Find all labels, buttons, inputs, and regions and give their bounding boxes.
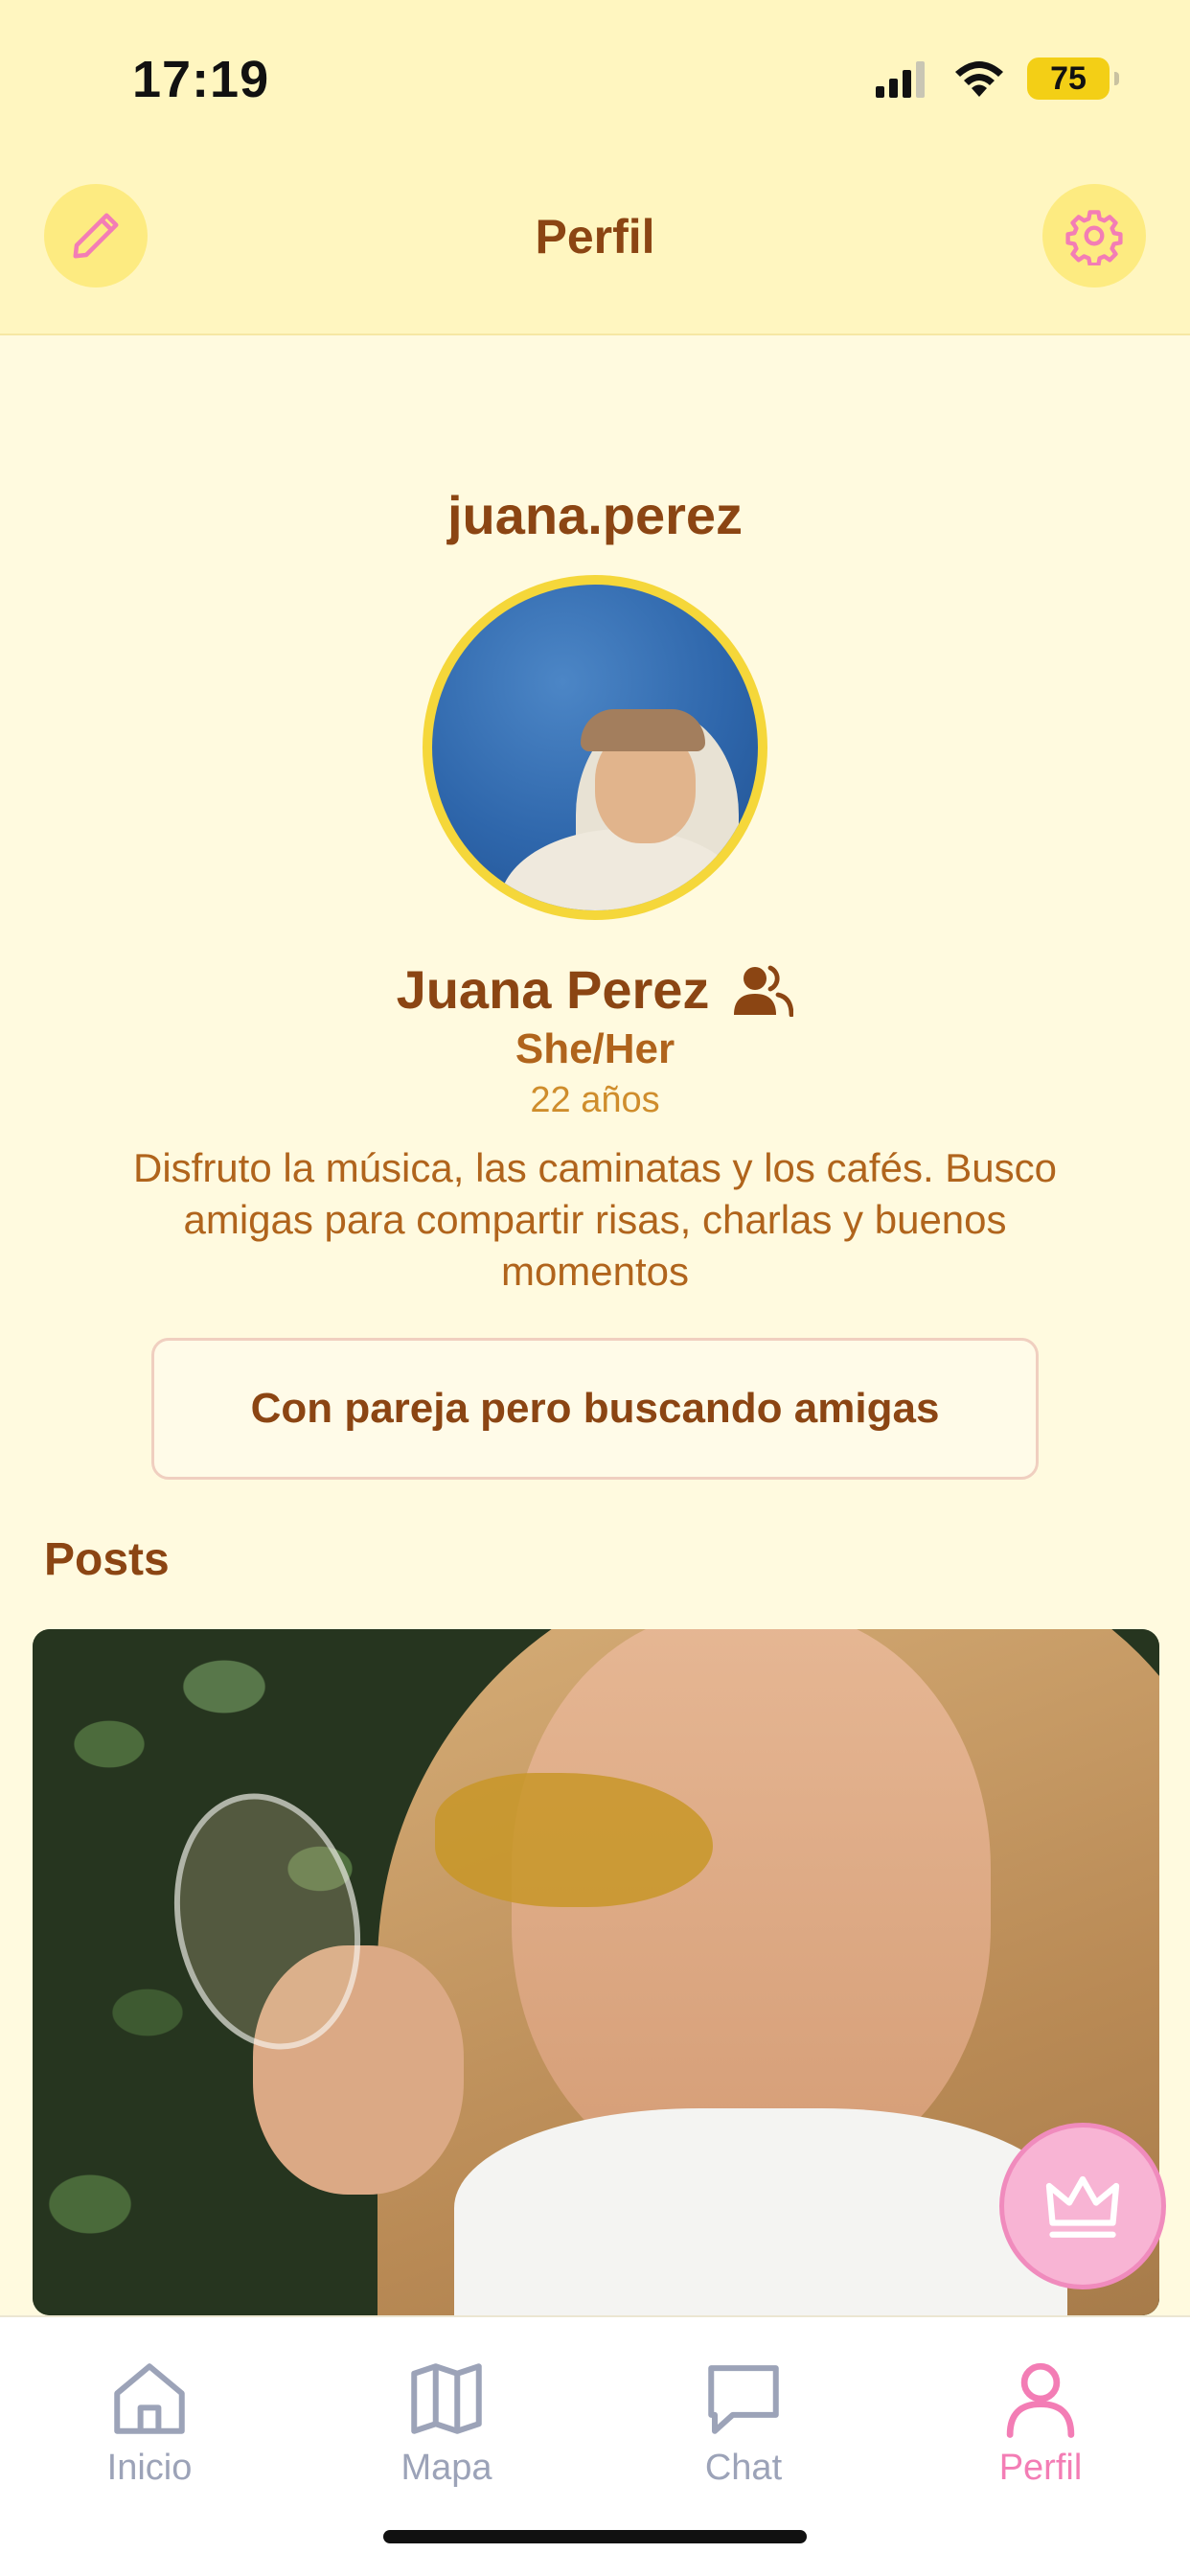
home-icon bbox=[114, 2363, 185, 2434]
map-icon bbox=[411, 2363, 482, 2434]
premium-button[interactable] bbox=[999, 2123, 1166, 2289]
home-indicator bbox=[383, 2530, 807, 2543]
status-time: 17:19 bbox=[132, 51, 270, 108]
battery-level: 75 bbox=[1050, 59, 1087, 97]
gear-icon bbox=[1065, 210, 1123, 265]
tab-chat-label: Chat bbox=[704, 2448, 783, 2488]
relationship-status-badge: Con pareja pero buscando amigas bbox=[151, 1338, 1039, 1480]
status-icons: 75 bbox=[874, 58, 1119, 100]
tab-inicio-label: Inicio bbox=[106, 2448, 193, 2488]
profile-username: juana.perez bbox=[446, 485, 744, 545]
status-bar: 17:19 75 bbox=[0, 0, 1190, 153]
avatar[interactable] bbox=[423, 575, 767, 920]
tab-mapa-label: Mapa bbox=[400, 2448, 492, 2488]
relationship-status-text: Con pareja pero buscando amigas bbox=[250, 1385, 940, 1432]
user-icon bbox=[1006, 2362, 1075, 2438]
chat-icon bbox=[708, 2365, 779, 2434]
page-title: Perfil bbox=[535, 210, 655, 264]
wifi-icon bbox=[955, 61, 1003, 97]
post-image[interactable] bbox=[33, 1629, 1159, 2315]
fullname-row: Juana Perez bbox=[0, 958, 1190, 1021]
posts-section-title: Posts bbox=[44, 1534, 170, 1585]
tab-perfil-label: Perfil bbox=[998, 2448, 1083, 2488]
crown-icon bbox=[1045, 2175, 1120, 2238]
avatar-photo bbox=[432, 585, 758, 910]
top-header: Perfil bbox=[0, 153, 1190, 335]
profile-bio: Disfruto la música, las caminatas y los … bbox=[132, 1145, 1058, 1294]
tab-perfil[interactable]: Perfil bbox=[945, 2356, 1136, 2489]
settings-button[interactable] bbox=[1042, 184, 1146, 288]
profile-full-name: Juana Perez bbox=[396, 959, 710, 1020]
users-icon[interactable] bbox=[732, 963, 794, 1017]
profile-age: 22 años bbox=[530, 1080, 660, 1120]
tab-inicio[interactable]: Inicio bbox=[54, 2356, 245, 2489]
profile-pronouns: She/Her bbox=[515, 1025, 675, 1072]
tab-chat[interactable]: Chat bbox=[648, 2356, 839, 2489]
tab-mapa[interactable]: Mapa bbox=[351, 2356, 542, 2489]
battery-icon: 75 bbox=[1027, 58, 1119, 100]
signal-icon bbox=[876, 61, 925, 98]
